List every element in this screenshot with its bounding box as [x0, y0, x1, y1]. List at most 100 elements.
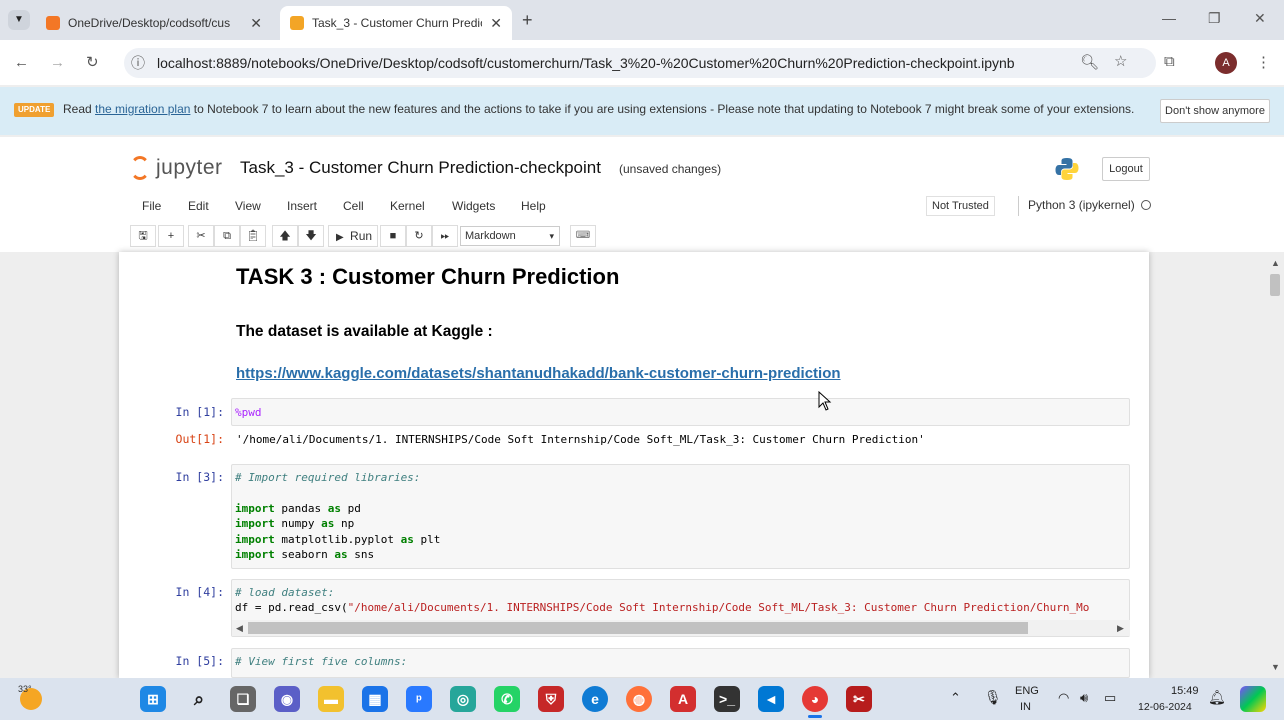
menu-insert[interactable]: Insert [287, 199, 317, 213]
language-eng[interactable]: ENG [1015, 685, 1039, 697]
firefox-icon[interactable]: ◍ [626, 686, 652, 712]
bookmark-star-icon[interactable]: ☆ [1114, 52, 1127, 70]
insert-cell-plus-icon[interactable]: + [158, 225, 184, 247]
input-prompt: In [4]: [175, 585, 224, 599]
whatsapp-icon[interactable]: ✆ [494, 686, 520, 712]
microsoft-store-icon[interactable]: ▦ [362, 686, 388, 712]
snipping-tool-icon[interactable]: ✂ [846, 686, 872, 712]
restart-kernel-icon[interactable]: ↻ [406, 225, 432, 247]
move-down-arrow-icon[interactable]: 🡇 [298, 225, 324, 247]
back-arrow-icon[interactable]: ← [14, 54, 29, 71]
logout-button[interactable]: Logout [1102, 157, 1150, 181]
input-prompt: In [3]: [175, 470, 224, 484]
restore-icon[interactable]: ❐ [1208, 10, 1221, 27]
banner-text-post: to Notebook 7 to learn about the new fea… [190, 102, 1135, 116]
kernel-name[interactable]: Python 3 (ipykernel) [1028, 198, 1135, 212]
site-info-icon[interactable]: ⓘ [131, 53, 145, 73]
search-icon[interactable]: ⌕ [186, 686, 212, 712]
code-line: df = pd.read_csv("/home/ali/Documents/1.… [235, 601, 1090, 614]
close-tab-icon[interactable]: ✕ [490, 15, 502, 32]
cell-output: '/home/ali/Documents/1. INTERNSHIPS/Code… [236, 433, 925, 446]
tab-title: Task_3 - Customer Churn Predic [312, 16, 483, 30]
scroll-left-arrow-icon[interactable]: ◀ [236, 623, 243, 634]
forward-arrow-icon[interactable]: → [50, 54, 65, 71]
menu-help[interactable]: Help [521, 199, 546, 213]
extensions-icon[interactable]: ⧉ [1164, 53, 1175, 70]
php-app-icon[interactable]: ᵖ [406, 686, 432, 712]
windows-start-icon[interactable]: ⊞ [140, 686, 166, 712]
cell-type-select[interactable]: Markdown ▾ [460, 226, 560, 246]
scroll-down-arrow-icon[interactable]: ▼ [1271, 662, 1280, 672]
task-view-icon[interactable]: ❏ [230, 686, 256, 712]
battery-icon[interactable]: ▭ [1104, 690, 1116, 706]
migration-plan-link[interactable]: the migration plan [95, 102, 190, 116]
cut-icon[interactable]: ✂ [188, 225, 214, 247]
run-button[interactable]: ▶ Run [328, 225, 378, 247]
tab-search-chevron-icon[interactable]: ▼ [8, 10, 30, 30]
jupyter-logo-icon [130, 156, 150, 180]
update-badge: UPDATE [14, 103, 55, 117]
menu-file[interactable]: File [142, 199, 161, 213]
menu-kernel[interactable]: Kernel [390, 199, 425, 213]
file-explorer-icon[interactable]: ▬ [318, 686, 344, 712]
profile-avatar[interactable]: A [1215, 52, 1237, 74]
globe-app-icon[interactable]: ◎ [450, 686, 476, 712]
menu-edit[interactable]: Edit [188, 199, 209, 213]
menu-cell[interactable]: Cell [343, 199, 364, 213]
browser-menu-icon[interactable]: ⋮ [1256, 53, 1271, 71]
chrome-browser-icon[interactable]: ◕ [802, 686, 828, 712]
microphone-icon[interactable]: 🎙︎ [984, 689, 1002, 706]
kaggle-dataset-link[interactable]: https://www.kaggle.com/datasets/shantanu… [236, 365, 841, 382]
code-cell-input[interactable] [231, 398, 1130, 426]
show-hidden-icons-chevron-icon[interactable]: ⌃ [950, 690, 961, 706]
page-scroll-thumb[interactable] [1270, 274, 1280, 296]
close-tab-icon[interactable]: ✕ [250, 15, 262, 32]
kernel-idle-indicator-icon [1141, 200, 1151, 210]
run-label: Run [350, 229, 373, 243]
save-icon[interactable]: 🖫 [130, 225, 156, 247]
mcafee-shield-icon[interactable]: ⛨ [538, 686, 564, 712]
banner-text-pre: Read [63, 102, 96, 116]
jupyter-logo[interactable]: jupyter [130, 156, 223, 180]
terminal-icon[interactable]: >_ [714, 686, 740, 712]
command-palette-keyboard-icon[interactable]: ⌨ [570, 225, 596, 247]
code-comment: # Import required libraries: [235, 471, 421, 484]
vscode-icon[interactable]: ◄ [758, 686, 784, 712]
mouse-cursor-icon [818, 391, 832, 411]
reload-icon[interactable]: ↻ [86, 53, 99, 71]
play-icon: ▶ [336, 232, 344, 243]
paste-icon[interactable]: 📋︎ [240, 225, 266, 247]
dont-show-anymore-button[interactable]: Don't show anymore [1160, 99, 1270, 123]
volume-icon[interactable]: 🔊︎ [1080, 690, 1088, 706]
horizontal-scroll-thumb[interactable] [248, 622, 1028, 634]
trust-status-button[interactable]: Not Trusted [926, 196, 995, 216]
restart-run-all-icon[interactable]: ⏩︎ [432, 225, 458, 247]
edge-browser-icon[interactable]: e [582, 686, 608, 712]
notebook-title[interactable]: Task_3 - Customer Churn Prediction-check… [240, 158, 601, 178]
minimize-icon[interactable]: — [1162, 10, 1176, 26]
browser-tab-notebook[interactable]: Task_3 - Customer Churn Predic ✕ [280, 6, 512, 40]
new-tab-plus-icon[interactable]: + [522, 10, 533, 31]
notebook-favicon-icon [290, 16, 304, 30]
chevron-down-icon: ▾ [549, 231, 554, 241]
scroll-up-arrow-icon[interactable]: ▲ [1271, 258, 1280, 268]
interrupt-stop-icon[interactable]: ■ [380, 225, 406, 247]
input-prompt: In [1]: [175, 405, 224, 419]
notification-bell-icon[interactable]: 🔔︎ [1208, 689, 1226, 706]
close-window-icon[interactable]: ✕ [1254, 10, 1266, 27]
copilot-icon[interactable] [1240, 686, 1266, 712]
scroll-right-arrow-icon[interactable]: ▶ [1117, 623, 1124, 634]
wifi-icon[interactable]: ◠ [1058, 690, 1069, 706]
page-scrollbar[interactable] [1268, 256, 1282, 676]
browser-tab-file-tree[interactable]: OneDrive/Desktop/codsoft/cus ✕ [36, 6, 272, 40]
code-line: import pandas as pd [235, 502, 361, 515]
menu-view[interactable]: View [235, 199, 261, 213]
clock-time[interactable]: 15:49 [1171, 685, 1199, 697]
search-icon[interactable]: 🔍︎ [1080, 53, 1099, 71]
acrobat-reader-icon[interactable]: A [670, 686, 696, 712]
copy-icon[interactable]: ⧉ [214, 225, 240, 247]
teams-chat-icon[interactable]: ◉ [274, 686, 300, 712]
move-up-arrow-icon[interactable]: 🡅 [272, 225, 298, 247]
clock-date[interactable]: 12-06-2024 [1138, 701, 1192, 713]
menu-widgets[interactable]: Widgets [452, 199, 495, 213]
